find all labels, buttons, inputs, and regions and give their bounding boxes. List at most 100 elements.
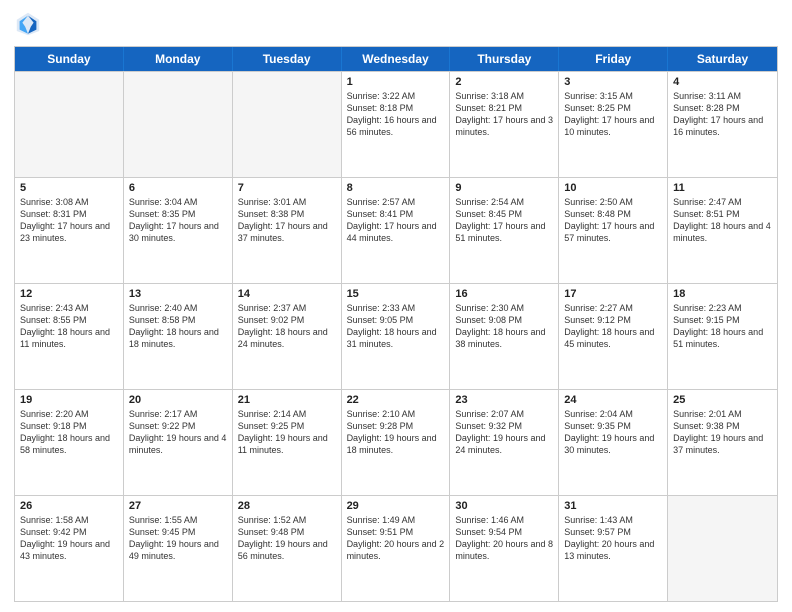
day-info: Sunrise: 2:33 AMSunset: 9:05 PMDaylight:… bbox=[347, 302, 445, 351]
cal-cell-1-5: 10 Sunrise: 2:50 AMSunset: 8:48 PMDayligh… bbox=[559, 178, 668, 283]
cal-cell-1-0: 5Sunrise: 3:08 AMSunset: 8:31 PMDaylight… bbox=[15, 178, 124, 283]
day-info: Sunrise: 1:49 AMSunset: 9:51 PMDaylight:… bbox=[347, 514, 445, 563]
logo bbox=[14, 10, 46, 38]
day-number: 11 bbox=[673, 182, 772, 194]
cal-cell-0-5: 3 Sunrise: 3:15 AMSunset: 8:25 PMDaylight… bbox=[559, 72, 668, 177]
day-number: 30 bbox=[455, 500, 553, 512]
day-number: 14 bbox=[238, 288, 336, 300]
day-info: Sunrise: 1:58 AMSunset: 9:42 PMDaylight:… bbox=[20, 514, 118, 563]
day-number: 21 bbox=[238, 394, 336, 406]
cal-cell-3-4: 23 Sunrise: 2:07 AMSunset: 9:32 PMDayligh… bbox=[450, 390, 559, 495]
day-info: Sunrise: 2:27 AMSunset: 9:12 PMDaylight:… bbox=[564, 302, 662, 351]
cal-cell-2-1: 13 Sunrise: 2:40 AMSunset: 8:58 PMDayligh… bbox=[124, 284, 233, 389]
logo-icon bbox=[14, 10, 42, 38]
day-info: Sunrise: 2:07 AMSunset: 9:32 PMDaylight:… bbox=[455, 408, 553, 457]
cal-cell-4-1: 27Sunrise: 1:55 AMSunset: 9:45 PMDayligh… bbox=[124, 496, 233, 601]
day-number: 22 bbox=[347, 394, 445, 406]
cal-cell-4-0: 26 Sunrise: 1:58 AMSunset: 9:42 PMDayligh… bbox=[15, 496, 124, 601]
day-number: 7 bbox=[238, 182, 336, 194]
day-info: Sunrise: 2:04 AMSunset: 9:35 PMDaylight:… bbox=[564, 408, 662, 457]
calendar-row-4: 26 Sunrise: 1:58 AMSunset: 9:42 PMDayligh… bbox=[15, 495, 777, 601]
day-info: Sunrise: 2:20 AMSunset: 9:18 PMDaylight:… bbox=[20, 408, 118, 457]
header-day-wednesday: Wednesday bbox=[342, 47, 451, 71]
day-info: Sunrise: 2:43 AMSunset: 8:55 PMDaylight:… bbox=[20, 302, 118, 351]
day-info: Sunrise: 2:54 AMSunset: 8:45 PMDaylight:… bbox=[455, 196, 553, 245]
cal-cell-0-0 bbox=[15, 72, 124, 177]
day-info: Sunrise: 2:37 AMSunset: 9:02 PMDaylight:… bbox=[238, 302, 336, 351]
calendar-row-2: 12 Sunrise: 2:43 AMSunset: 8:55 PMDayligh… bbox=[15, 283, 777, 389]
day-number: 31 bbox=[564, 500, 662, 512]
day-info: Sunrise: 2:01 AMSunset: 9:38 PMDaylight:… bbox=[673, 408, 772, 457]
day-info: Sunrise: 3:18 AMSunset: 8:21 PMDaylight:… bbox=[455, 90, 553, 139]
day-number: 20 bbox=[129, 394, 227, 406]
day-number: 2 bbox=[455, 76, 553, 88]
header-day-tuesday: Tuesday bbox=[233, 47, 342, 71]
day-number: 12 bbox=[20, 288, 118, 300]
day-info: Sunrise: 2:17 AMSunset: 9:22 PMDaylight:… bbox=[129, 408, 227, 457]
cal-cell-4-3: 29 Sunrise: 1:49 AMSunset: 9:51 PMDayligh… bbox=[342, 496, 451, 601]
cal-cell-3-1: 20 Sunrise: 2:17 AMSunset: 9:22 PMDayligh… bbox=[124, 390, 233, 495]
day-number: 15 bbox=[347, 288, 445, 300]
day-number: 16 bbox=[455, 288, 553, 300]
day-number: 10 bbox=[564, 182, 662, 194]
day-number: 6 bbox=[129, 182, 227, 194]
day-number: 24 bbox=[564, 394, 662, 406]
day-info: Sunrise: 3:01 AMSunset: 8:38 PMDaylight:… bbox=[238, 196, 336, 245]
cal-cell-2-6: 18Sunrise: 2:23 AMSunset: 9:15 PMDayligh… bbox=[668, 284, 777, 389]
cal-cell-2-4: 16 Sunrise: 2:30 AMSunset: 9:08 PMDayligh… bbox=[450, 284, 559, 389]
cal-cell-3-3: 22 Sunrise: 2:10 AMSunset: 9:28 PMDayligh… bbox=[342, 390, 451, 495]
cal-cell-2-0: 12 Sunrise: 2:43 AMSunset: 8:55 PMDayligh… bbox=[15, 284, 124, 389]
day-number: 28 bbox=[238, 500, 336, 512]
page: SundayMondayTuesdayWednesdayThursdayFrid… bbox=[0, 0, 792, 612]
day-number: 3 bbox=[564, 76, 662, 88]
day-info: Sunrise: 2:10 AMSunset: 9:28 PMDaylight:… bbox=[347, 408, 445, 457]
day-number: 13 bbox=[129, 288, 227, 300]
header-day-sunday: Sunday bbox=[15, 47, 124, 71]
cal-cell-3-2: 21Sunrise: 2:14 AMSunset: 9:25 PMDayligh… bbox=[233, 390, 342, 495]
day-number: 27 bbox=[129, 500, 227, 512]
cal-cell-0-3: 1Sunrise: 3:22 AMSunset: 8:18 PMDaylight… bbox=[342, 72, 451, 177]
day-info: Sunrise: 3:08 AMSunset: 8:31 PMDaylight:… bbox=[20, 196, 118, 245]
cal-cell-3-0: 19 Sunrise: 2:20 AMSunset: 9:18 PMDayligh… bbox=[15, 390, 124, 495]
day-info: Sunrise: 3:11 AMSunset: 8:28 PMDaylight:… bbox=[673, 90, 772, 139]
header-day-friday: Friday bbox=[559, 47, 668, 71]
cal-cell-3-6: 25Sunrise: 2:01 AMSunset: 9:38 PMDayligh… bbox=[668, 390, 777, 495]
day-info: Sunrise: 2:23 AMSunset: 9:15 PMDaylight:… bbox=[673, 302, 772, 351]
cal-cell-0-4: 2 Sunrise: 3:18 AMSunset: 8:21 PMDaylight… bbox=[450, 72, 559, 177]
day-number: 4 bbox=[673, 76, 772, 88]
day-number: 26 bbox=[20, 500, 118, 512]
day-number: 8 bbox=[347, 182, 445, 194]
cal-cell-4-2: 28 Sunrise: 1:52 AMSunset: 9:48 PMDayligh… bbox=[233, 496, 342, 601]
day-info: Sunrise: 3:15 AMSunset: 8:25 PMDaylight:… bbox=[564, 90, 662, 139]
cal-cell-0-1 bbox=[124, 72, 233, 177]
day-info: Sunrise: 2:57 AMSunset: 8:41 PMDaylight:… bbox=[347, 196, 445, 245]
day-info: Sunrise: 1:46 AMSunset: 9:54 PMDaylight:… bbox=[455, 514, 553, 563]
cal-cell-1-4: 9Sunrise: 2:54 AMSunset: 8:45 PMDaylight… bbox=[450, 178, 559, 283]
day-info: Sunrise: 3:04 AMSunset: 8:35 PMDaylight:… bbox=[129, 196, 227, 245]
cal-cell-1-2: 7 Sunrise: 3:01 AMSunset: 8:38 PMDaylight… bbox=[233, 178, 342, 283]
calendar-row-0: 1Sunrise: 3:22 AMSunset: 8:18 PMDaylight… bbox=[15, 71, 777, 177]
day-info: Sunrise: 1:43 AMSunset: 9:57 PMDaylight:… bbox=[564, 514, 662, 563]
calendar-row-1: 5Sunrise: 3:08 AMSunset: 8:31 PMDaylight… bbox=[15, 177, 777, 283]
cal-cell-1-1: 6 Sunrise: 3:04 AMSunset: 8:35 PMDaylight… bbox=[124, 178, 233, 283]
cal-cell-0-2 bbox=[233, 72, 342, 177]
day-number: 23 bbox=[455, 394, 553, 406]
header-day-thursday: Thursday bbox=[450, 47, 559, 71]
cal-cell-2-2: 14 Sunrise: 2:37 AMSunset: 9:02 PMDayligh… bbox=[233, 284, 342, 389]
day-info: Sunrise: 3:22 AMSunset: 8:18 PMDaylight:… bbox=[347, 90, 445, 139]
header-day-monday: Monday bbox=[124, 47, 233, 71]
day-info: Sunrise: 2:30 AMSunset: 9:08 PMDaylight:… bbox=[455, 302, 553, 351]
calendar-row-3: 19 Sunrise: 2:20 AMSunset: 9:18 PMDayligh… bbox=[15, 389, 777, 495]
cal-cell-4-4: 30 Sunrise: 1:46 AMSunset: 9:54 PMDayligh… bbox=[450, 496, 559, 601]
cal-cell-0-6: 4 Sunrise: 3:11 AMSunset: 8:28 PMDaylight… bbox=[668, 72, 777, 177]
cal-cell-4-6 bbox=[668, 496, 777, 601]
calendar-header: SundayMondayTuesdayWednesdayThursdayFrid… bbox=[15, 47, 777, 71]
day-info: Sunrise: 1:52 AMSunset: 9:48 PMDaylight:… bbox=[238, 514, 336, 563]
header-day-saturday: Saturday bbox=[668, 47, 777, 71]
day-number: 19 bbox=[20, 394, 118, 406]
day-info: Sunrise: 2:40 AMSunset: 8:58 PMDaylight:… bbox=[129, 302, 227, 351]
cal-cell-3-5: 24 Sunrise: 2:04 AMSunset: 9:35 PMDayligh… bbox=[559, 390, 668, 495]
day-number: 29 bbox=[347, 500, 445, 512]
day-number: 17 bbox=[564, 288, 662, 300]
day-info: Sunrise: 2:50 AMSunset: 8:48 PMDaylight:… bbox=[564, 196, 662, 245]
